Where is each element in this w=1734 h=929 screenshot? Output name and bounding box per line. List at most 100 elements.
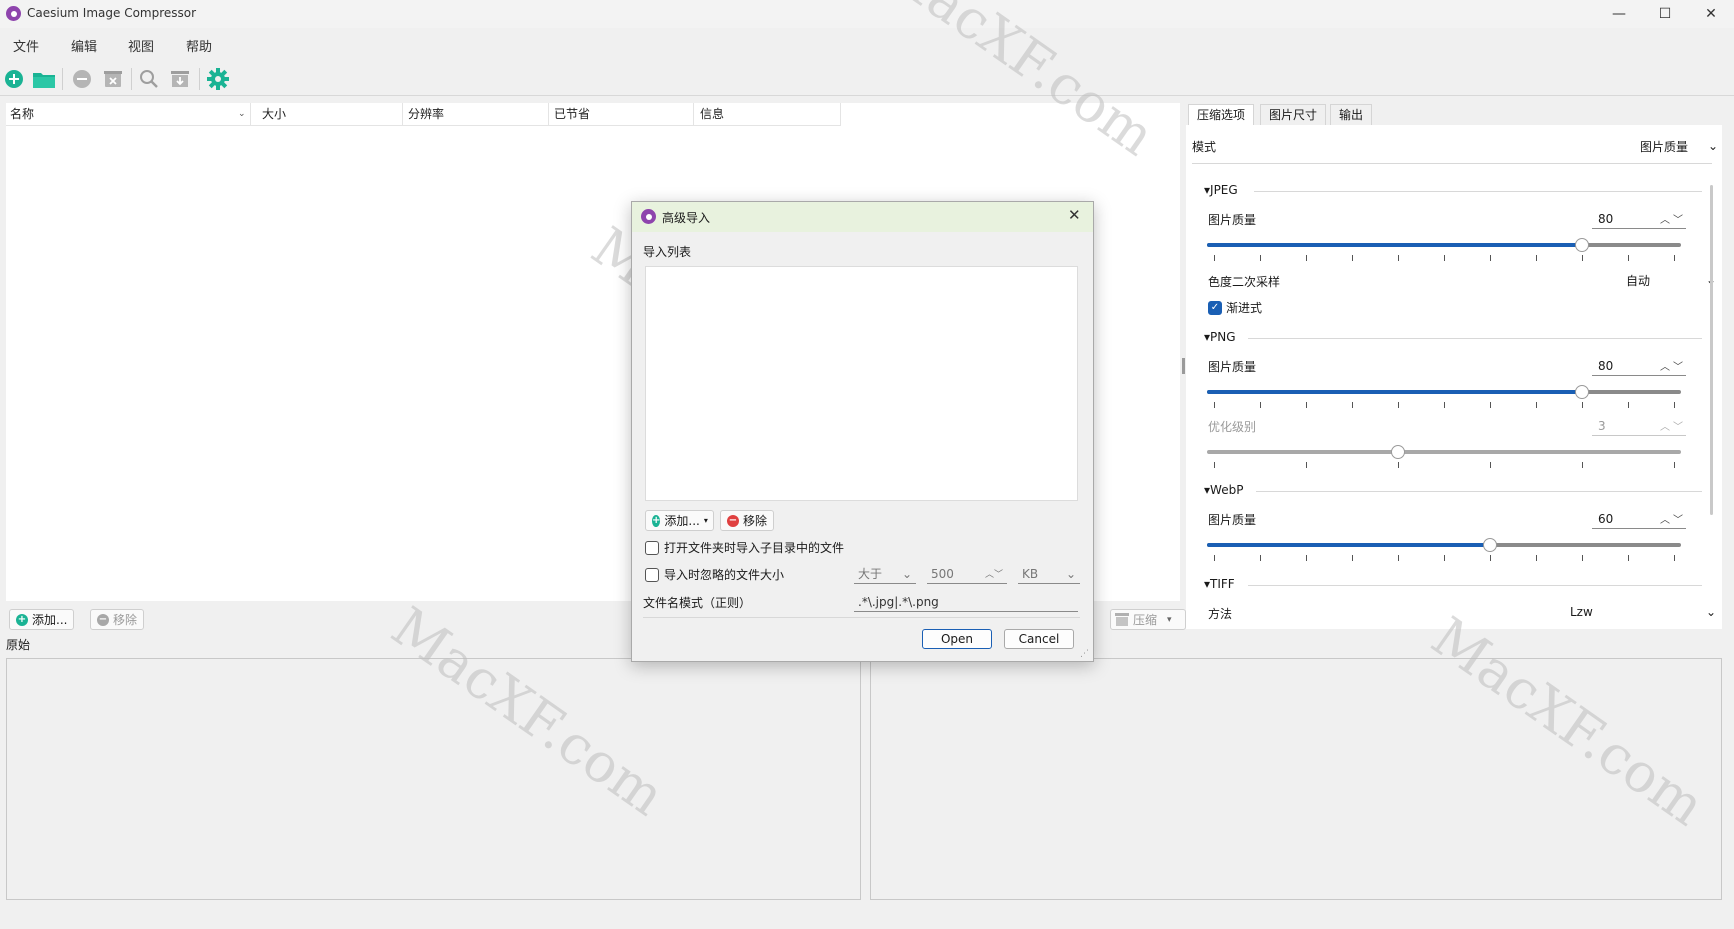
column-header-name[interactable]: 名称 ⌄ xyxy=(6,103,251,125)
slider-ticks xyxy=(1207,555,1681,561)
search-icon xyxy=(140,70,158,88)
slider-tick xyxy=(1582,255,1583,261)
jpeg-quality-value: 80 xyxy=(1598,211,1614,226)
tiff-section-header[interactable]: ▾TIFF xyxy=(1204,577,1235,591)
tiff-method-select[interactable]: Lzw ⌄ xyxy=(1566,601,1720,623)
chroma-subsampling-select[interactable]: 自动 ⌄ xyxy=(1622,269,1720,291)
spin-arrows-icon[interactable]: ︿﹀ xyxy=(985,567,1003,580)
spin-arrows-icon[interactable]: ︿﹀ xyxy=(1660,418,1686,433)
maximize-button[interactable]: ☐ xyxy=(1642,0,1688,28)
webp-quality-spinbox[interactable]: 60 ︿﹀ xyxy=(1592,509,1686,529)
splitter-handle[interactable] xyxy=(1182,358,1185,374)
compress-dropdown-icon[interactable]: ▾ xyxy=(1167,615,1172,625)
slider-thumb[interactable] xyxy=(1483,538,1497,552)
app-logo-icon xyxy=(6,6,21,21)
plus-icon: + xyxy=(652,514,661,527)
tab-image-size[interactable]: 图片尺寸 xyxy=(1260,104,1327,126)
filename-pattern-label: 文件名模式（正则） xyxy=(643,596,752,610)
webp-quality-value: 60 xyxy=(1598,511,1614,526)
app-logo-icon xyxy=(641,209,656,224)
webp-quality-slider[interactable] xyxy=(1207,538,1681,561)
tab-compression-options[interactable]: 压缩选项 xyxy=(1188,104,1255,126)
slider-thumb[interactable] xyxy=(1575,385,1589,399)
open-button[interactable]: Open xyxy=(922,629,992,649)
cancel-button[interactable]: Cancel xyxy=(1004,629,1074,649)
close-button[interactable]: ✕ xyxy=(1688,0,1734,28)
column-header-saved[interactable]: 已节省 xyxy=(550,103,694,125)
menu-edit[interactable]: 编辑 xyxy=(71,36,97,55)
preview-search-button[interactable] xyxy=(137,67,161,91)
size-value-spinbox[interactable]: 500 ︿﹀ xyxy=(927,564,1007,584)
slider-tick xyxy=(1260,255,1261,261)
tab-output[interactable]: 输出 xyxy=(1330,104,1373,126)
mode-label: 模式 xyxy=(1192,140,1217,154)
webp-header-line xyxy=(1256,491,1702,492)
open-folder-button[interactable] xyxy=(32,67,56,91)
minus-icon xyxy=(73,70,91,88)
mode-select[interactable]: 图片质量 ⌄ xyxy=(1636,135,1722,157)
size-operator-select[interactable]: 大于 ⌄ xyxy=(854,564,916,584)
slider-tick xyxy=(1398,402,1399,408)
slider-tick xyxy=(1582,402,1583,408)
png-quality-slider[interactable] xyxy=(1207,385,1681,408)
spin-arrows-icon[interactable]: ︿﹀ xyxy=(1660,211,1686,226)
size-unit-select[interactable]: KB ⌄ xyxy=(1018,564,1080,584)
jpeg-header-label: JPEG xyxy=(1210,183,1238,197)
add-files-button[interactable] xyxy=(2,67,26,91)
remove-button[interactable] xyxy=(70,67,94,91)
tiff-header-label: TIFF xyxy=(1210,577,1235,591)
chevron-down-icon: ⌄ xyxy=(1707,139,1718,153)
optimization-level-spinbox[interactable]: 3 ︿﹀ xyxy=(1592,416,1686,436)
chevron-down-icon: ⌄ xyxy=(1065,566,1076,581)
spin-arrows-icon[interactable]: ︿﹀ xyxy=(1660,358,1686,373)
settings-button[interactable] xyxy=(206,67,230,91)
jpeg-quality-slider[interactable] xyxy=(1207,238,1681,261)
filename-pattern-input[interactable]: .*\.jpg|.*\.png xyxy=(854,592,1078,612)
menu-view[interactable]: 视图 xyxy=(128,36,154,55)
compress-download-button[interactable] xyxy=(168,67,192,91)
minimize-button[interactable]: — xyxy=(1596,0,1642,28)
jpeg-section-header[interactable]: ▾JPEG xyxy=(1204,183,1238,197)
spin-arrows-icon[interactable]: ︿﹀ xyxy=(1660,511,1686,526)
clear-list-button[interactable] xyxy=(101,67,125,91)
slider-tick xyxy=(1536,555,1537,561)
optimization-value: 3 xyxy=(1598,418,1606,433)
header-divider xyxy=(6,125,841,126)
import-list[interactable] xyxy=(645,266,1078,501)
slider-thumb[interactable] xyxy=(1575,238,1589,252)
compressed-preview-panel xyxy=(870,658,1722,900)
slider-tick xyxy=(1490,462,1491,468)
toolbar-separator xyxy=(62,68,63,90)
dialog-remove-button[interactable]: − 移除 xyxy=(720,510,775,531)
subfolders-checkbox[interactable]: 打开文件夹时导入子目录中的文件 xyxy=(645,539,844,556)
slider-tick xyxy=(1306,555,1307,561)
optimization-level-label: 优化级别 xyxy=(1208,420,1257,434)
progressive-checkbox[interactable]: ✓ 渐进式 xyxy=(1208,299,1262,316)
list-add-button[interactable]: + 添加... xyxy=(9,609,75,630)
subfolders-label: 打开文件夹时导入子目录中的文件 xyxy=(664,541,845,555)
resize-grip-icon[interactable]: ⋰ xyxy=(1080,649,1089,659)
menu-file[interactable]: 文件 xyxy=(13,36,39,55)
minus-icon: − xyxy=(97,613,109,626)
optimization-level-slider[interactable] xyxy=(1207,445,1681,468)
slider-thumb[interactable] xyxy=(1391,445,1405,459)
dialog-close-icon[interactable]: ✕ xyxy=(1068,206,1081,224)
menu-help[interactable]: 帮助 xyxy=(186,36,212,55)
slider-tick xyxy=(1536,255,1537,261)
column-header-resolution[interactable]: 分辨率 xyxy=(404,103,549,125)
compress-button[interactable]: 压缩 ▾ xyxy=(1110,609,1186,630)
settings-scrollbar[interactable] xyxy=(1710,185,1713,515)
png-section-header[interactable]: ▾PNG xyxy=(1204,330,1236,344)
column-header-info[interactable]: 信息 xyxy=(696,103,841,125)
ignore-size-checkbox[interactable]: 导入时忽略的文件大小 xyxy=(645,566,784,583)
column-header-size[interactable]: 大小 xyxy=(258,103,403,125)
dialog-add-button[interactable]: + 添加... ▾ xyxy=(645,510,714,531)
jpeg-quality-spinbox[interactable]: 80 ︿﹀ xyxy=(1592,209,1686,229)
webp-section-header[interactable]: ▾WebP xyxy=(1204,483,1243,497)
slider-tick xyxy=(1214,255,1215,261)
slider-tick xyxy=(1214,555,1215,561)
png-quality-label: 图片质量 xyxy=(1208,360,1257,374)
png-quality-spinbox[interactable]: 80 ︿﹀ xyxy=(1592,356,1686,376)
list-remove-button[interactable]: − 移除 xyxy=(90,609,145,630)
dialog-divider xyxy=(643,617,1080,618)
